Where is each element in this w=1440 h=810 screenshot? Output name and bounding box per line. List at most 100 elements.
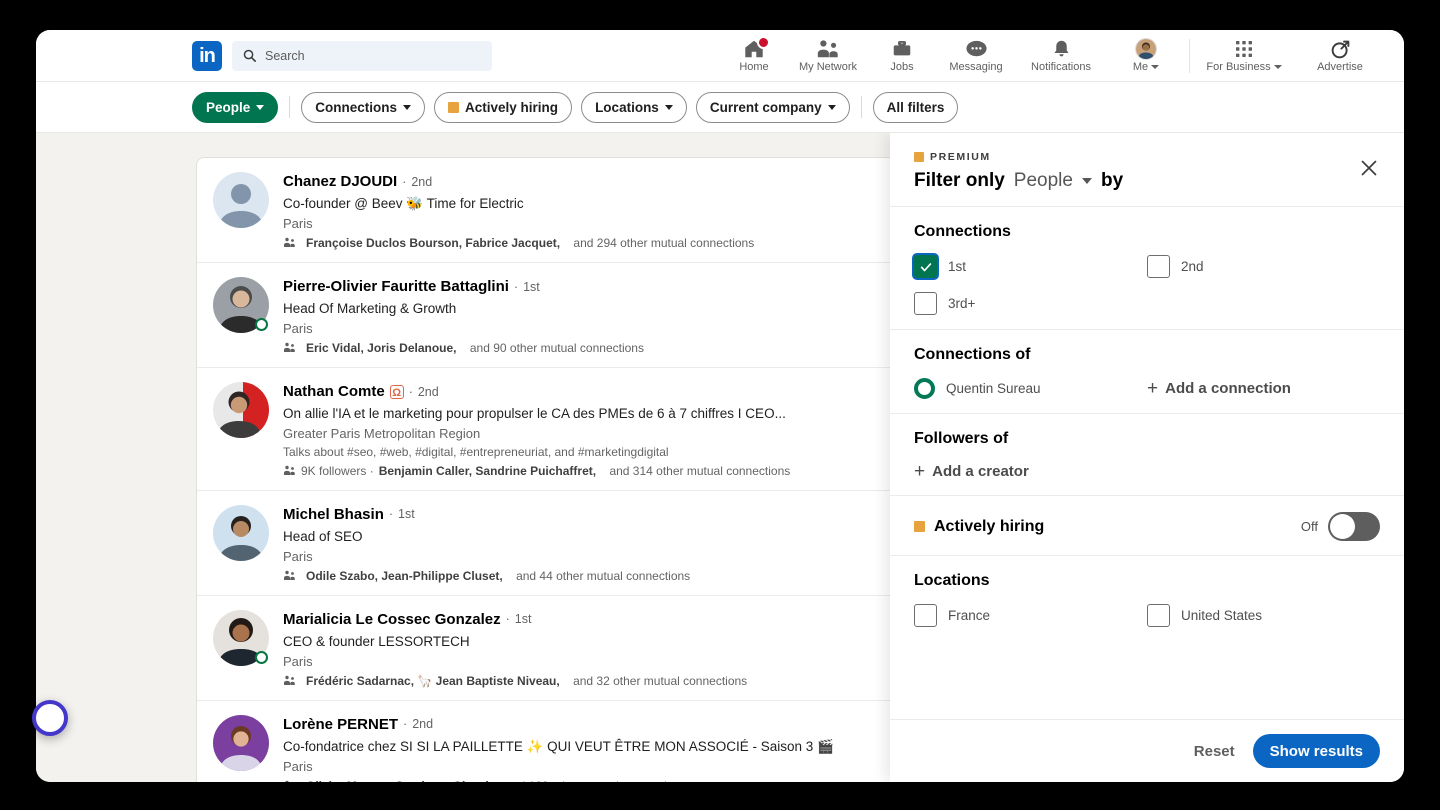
result-name[interactable]: Nathan Comte — [283, 383, 385, 402]
nav-item-label: Advertise — [1317, 61, 1363, 73]
nav-item-label: For Business — [1206, 61, 1282, 73]
actively-hiring-toggle-wrap[interactable]: Off — [1301, 512, 1380, 541]
browser-window: in Search Home My Network Jobs Messaging… — [36, 30, 1404, 782]
grid-icon — [1234, 38, 1254, 60]
avatar-image — [213, 172, 269, 228]
result-name[interactable]: Pierre-Olivier Fauritte Battaglini — [283, 278, 509, 297]
checkbox-label: France — [948, 608, 991, 623]
connection-degree: 1st — [514, 612, 532, 627]
search-input[interactable]: Search — [232, 40, 492, 71]
separator-dot: · — [505, 612, 510, 627]
reset-button[interactable]: Reset — [1194, 743, 1235, 760]
actively-hiring-toggle[interactable] — [1328, 512, 1380, 541]
add-creator-label: Add a creator — [932, 463, 1029, 480]
avatar[interactable] — [213, 609, 269, 666]
checkbox-label: United States — [1181, 608, 1263, 623]
chevron-down-icon — [1151, 65, 1160, 70]
nav-item-notifications[interactable]: Notifications — [1013, 30, 1109, 82]
nav-item-messaging[interactable]: Messaging — [939, 30, 1013, 82]
result-name[interactable]: Lorène PERNET — [283, 716, 398, 735]
for-business-text: For Business — [1206, 61, 1271, 73]
checkbox-row-1st[interactable]: 1st — [914, 255, 1147, 278]
nav-item-advertise[interactable]: Advertise — [1292, 30, 1388, 82]
mutual-suffix: and 44 other mutual connections — [516, 568, 691, 583]
separator-dot: · — [403, 717, 408, 732]
result-name[interactable]: Chanez DJOUDI — [283, 173, 397, 192]
checkbox-1st[interactable] — [914, 255, 937, 278]
entity-dropdown[interactable]: People — [1014, 170, 1073, 192]
cursor-indicator — [32, 700, 68, 736]
filter-panel-body: Connections 1st 2nd 3rd+ Connections of … — [890, 207, 1404, 719]
checkbox-row-united-states[interactable]: United States — [1147, 604, 1380, 627]
network-icon — [284, 676, 295, 686]
nav-item-my-network[interactable]: My Network — [791, 30, 865, 82]
chevron-down-icon[interactable] — [1081, 178, 1092, 184]
checkbox-2nd[interactable] — [1147, 255, 1170, 278]
nav-item-label: Notifications — [1031, 61, 1091, 73]
network-icon — [816, 38, 840, 60]
show-results-button[interactable]: Show results — [1252, 734, 1380, 768]
nav-item-jobs[interactable]: Jobs — [865, 30, 939, 82]
checkbox-row-2nd[interactable]: 2nd — [1147, 255, 1380, 278]
filter-pill-locations[interactable]: Locations — [581, 91, 687, 123]
search-icon — [243, 49, 256, 62]
section-connections-of: Connections of Quentin Sureau + Add a co… — [890, 330, 1404, 414]
nav-item-me[interactable]: Me — [1109, 30, 1183, 82]
premium-gold-icon — [914, 521, 925, 532]
checkbox-row-3rd[interactable]: 3rd+ — [914, 292, 1147, 315]
mutual-prefix: 9K followers · — [301, 463, 374, 478]
checkbox-united-states[interactable] — [1147, 604, 1170, 627]
avatar[interactable] — [213, 714, 269, 771]
avatar[interactable] — [213, 276, 269, 333]
premium-gold-icon — [914, 152, 924, 162]
connection-degree: 1st — [523, 279, 540, 294]
section-connections: Connections 1st 2nd 3rd+ — [890, 207, 1404, 330]
filter-panel: PREMIUM Filter only People by Connection… — [890, 133, 1404, 782]
nav-item-home[interactable]: Home — [717, 30, 791, 82]
avatar-icon — [1135, 38, 1157, 60]
pill-label: Current company — [709, 99, 822, 115]
nav-right-group: Home My Network Jobs Messaging Notificat… — [717, 30, 1396, 82]
pill-label: People — [206, 99, 251, 115]
linkedin-logo-icon[interactable]: in — [192, 40, 222, 71]
add-a-connection-button[interactable]: + Add a connection — [1147, 378, 1380, 399]
mutual-suffix: and 139 other mutual connections — [505, 779, 686, 782]
section-heading: Actively hiring — [934, 517, 1045, 535]
checkbox-france[interactable] — [914, 604, 937, 627]
checkbox-row-france[interactable]: France — [914, 604, 1147, 627]
separator-dot: · — [408, 384, 413, 399]
pill-label: Actively hiring — [465, 99, 559, 115]
add-a-creator-button[interactable]: + Add a creator — [914, 462, 1147, 481]
close-button[interactable] — [1356, 155, 1382, 181]
connection-person-name: Quentin Sureau — [946, 381, 1041, 396]
section-heading: Connections — [914, 223, 1011, 240]
nav-divider — [1189, 38, 1190, 73]
filter-pill-people[interactable]: People — [192, 91, 279, 123]
plus-icon: + — [1147, 378, 1159, 399]
result-name[interactable]: Marialicia Le Cossec Gonzalez — [283, 611, 501, 630]
checkbox-3rd[interactable] — [914, 292, 937, 315]
filter-pill-connections[interactable]: Connections — [301, 91, 426, 123]
avatar[interactable] — [213, 504, 269, 561]
avatar[interactable] — [213, 172, 269, 228]
filter-pill-all-filters[interactable]: All filters — [872, 91, 959, 123]
filter-pill-actively-hiring[interactable]: Actively hiring — [434, 91, 573, 123]
filter-pill-current-company[interactable]: Current company — [695, 91, 850, 123]
section-followers-of: Followers of + Add a creator — [890, 414, 1404, 496]
checkbox-label: 2nd — [1181, 259, 1204, 274]
result-name[interactable]: Michel Bhasin — [283, 506, 384, 525]
selected-ring-icon[interactable] — [914, 378, 935, 399]
section-heading: Locations — [914, 572, 990, 589]
toggle-state-label: Off — [1300, 519, 1318, 534]
mutual-names: Françoise Duclos Bourson, Fabrice Jacque… — [306, 235, 561, 250]
followers-of-grid: + Add a creator — [914, 462, 1380, 481]
check-icon — [920, 262, 931, 271]
pill-label: Locations — [595, 99, 659, 115]
nav-item-for-business[interactable]: For Business — [1196, 30, 1292, 82]
connection-person-row[interactable]: Quentin Sureau — [914, 378, 1147, 399]
open-to-work-badge-icon — [255, 650, 268, 664]
section-locations: Locations France United States — [890, 556, 1404, 641]
nav-item-label: Jobs — [890, 61, 914, 73]
avatar[interactable] — [213, 381, 269, 438]
filter-panel-header: PREMIUM Filter only People by — [890, 133, 1404, 207]
